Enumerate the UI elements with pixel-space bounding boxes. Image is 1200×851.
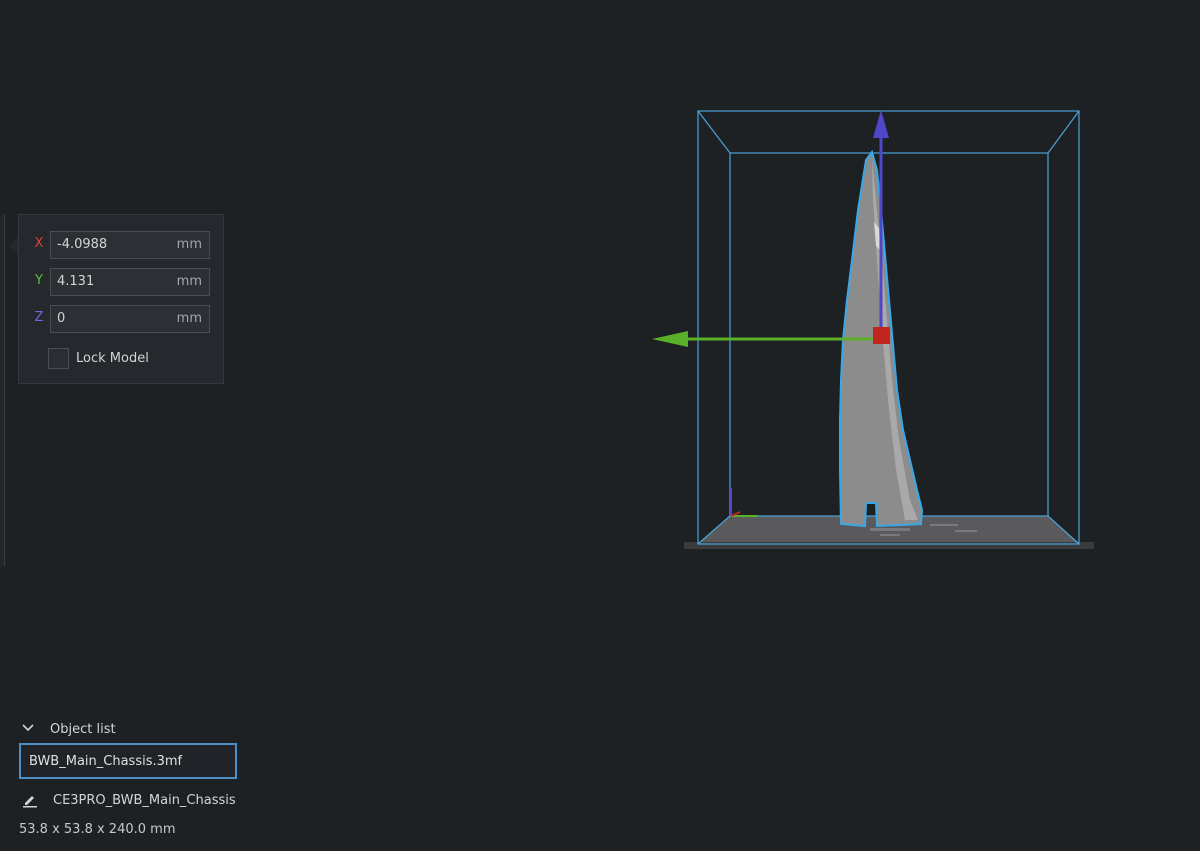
- left-toolbar-edge: [0, 214, 5, 566]
- object-list-item[interactable]: BWB_Main_Chassis.3mf: [19, 743, 237, 779]
- y-axis-label: Y: [35, 273, 43, 288]
- job-name[interactable]: CE3PRO_BWB_Main_Chassis: [53, 793, 236, 808]
- 3d-viewport[interactable]: X -4.0988 mm Y 4.131 mm Z 0 mm Lock Mode…: [0, 0, 1200, 851]
- z-axis-label: Z: [34, 310, 44, 325]
- move-tool-panel: X -4.0988 mm Y 4.131 mm Z 0 mm Lock Mode…: [18, 214, 224, 384]
- y-position-value[interactable]: 4.131: [57, 274, 94, 289]
- z-axis-row: Z 0 mm: [19, 305, 225, 333]
- y-position-unit: mm: [176, 274, 202, 289]
- x-position-unit: mm: [176, 237, 202, 252]
- x-axis-row: X -4.0988 mm: [19, 231, 225, 259]
- chevron-down-icon[interactable]: [20, 720, 36, 736]
- build-plate-edge: [684, 542, 1094, 549]
- job-name-row[interactable]: CE3PRO_BWB_Main_Chassis: [20, 790, 280, 810]
- model-dimensions: 53.8 x 53.8 x 240.0 mm: [19, 822, 176, 837]
- x-position-input[interactable]: -4.0988 mm: [50, 231, 210, 259]
- x-position-value[interactable]: -4.0988: [57, 237, 107, 252]
- lock-model-row[interactable]: Lock Model: [48, 347, 218, 371]
- z-position-unit: mm: [176, 311, 202, 326]
- y-position-input[interactable]: 4.131 mm: [50, 268, 210, 296]
- z-position-input[interactable]: 0 mm: [50, 305, 210, 333]
- y-axis-row: Y 4.131 mm: [19, 268, 225, 296]
- origin-axes: [730, 488, 758, 517]
- move-handle[interactable]: [873, 327, 890, 344]
- object-list-header[interactable]: Object list: [20, 720, 220, 740]
- lock-model-label[interactable]: Lock Model: [76, 351, 149, 366]
- object-file-name[interactable]: BWB_Main_Chassis.3mf: [29, 754, 182, 769]
- pencil-icon[interactable]: [22, 792, 38, 808]
- panel-pointer: [9, 237, 18, 255]
- lock-model-checkbox[interactable]: [48, 348, 69, 369]
- object-list-title[interactable]: Object list: [50, 722, 116, 737]
- x-axis-label: X: [34, 236, 44, 251]
- z-position-value[interactable]: 0: [57, 311, 65, 326]
